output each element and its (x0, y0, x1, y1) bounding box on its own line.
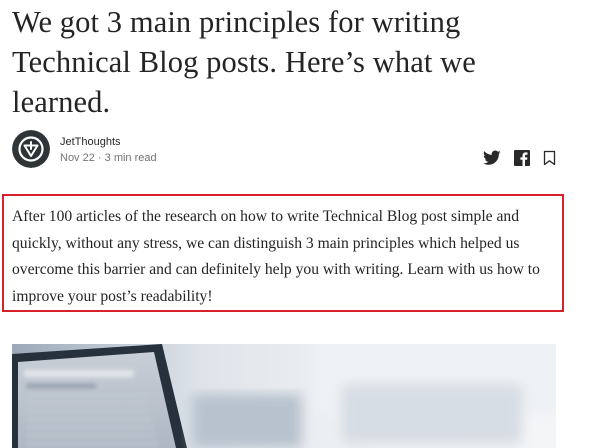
post-meta: Nov 22 · 3 min read (60, 151, 157, 165)
article-title: We got 3 main principles for writing Tec… (12, 5, 476, 119)
twitter-icon[interactable] (483, 150, 501, 166)
hero-image (12, 344, 556, 448)
meta-separator: · (97, 152, 102, 164)
author-avatar[interactable] (12, 130, 50, 168)
jetthoughts-logo-icon (12, 130, 50, 168)
post-date: Nov 22 (60, 152, 95, 164)
read-time: 3 min read (104, 152, 157, 164)
bookmark-icon[interactable] (543, 150, 556, 166)
facebook-icon[interactable] (514, 150, 530, 166)
laptop-photo-icon (12, 344, 556, 448)
author-name[interactable]: JetThoughts (60, 135, 121, 149)
article-intro: After 100 articles of the research on ho… (12, 208, 540, 305)
